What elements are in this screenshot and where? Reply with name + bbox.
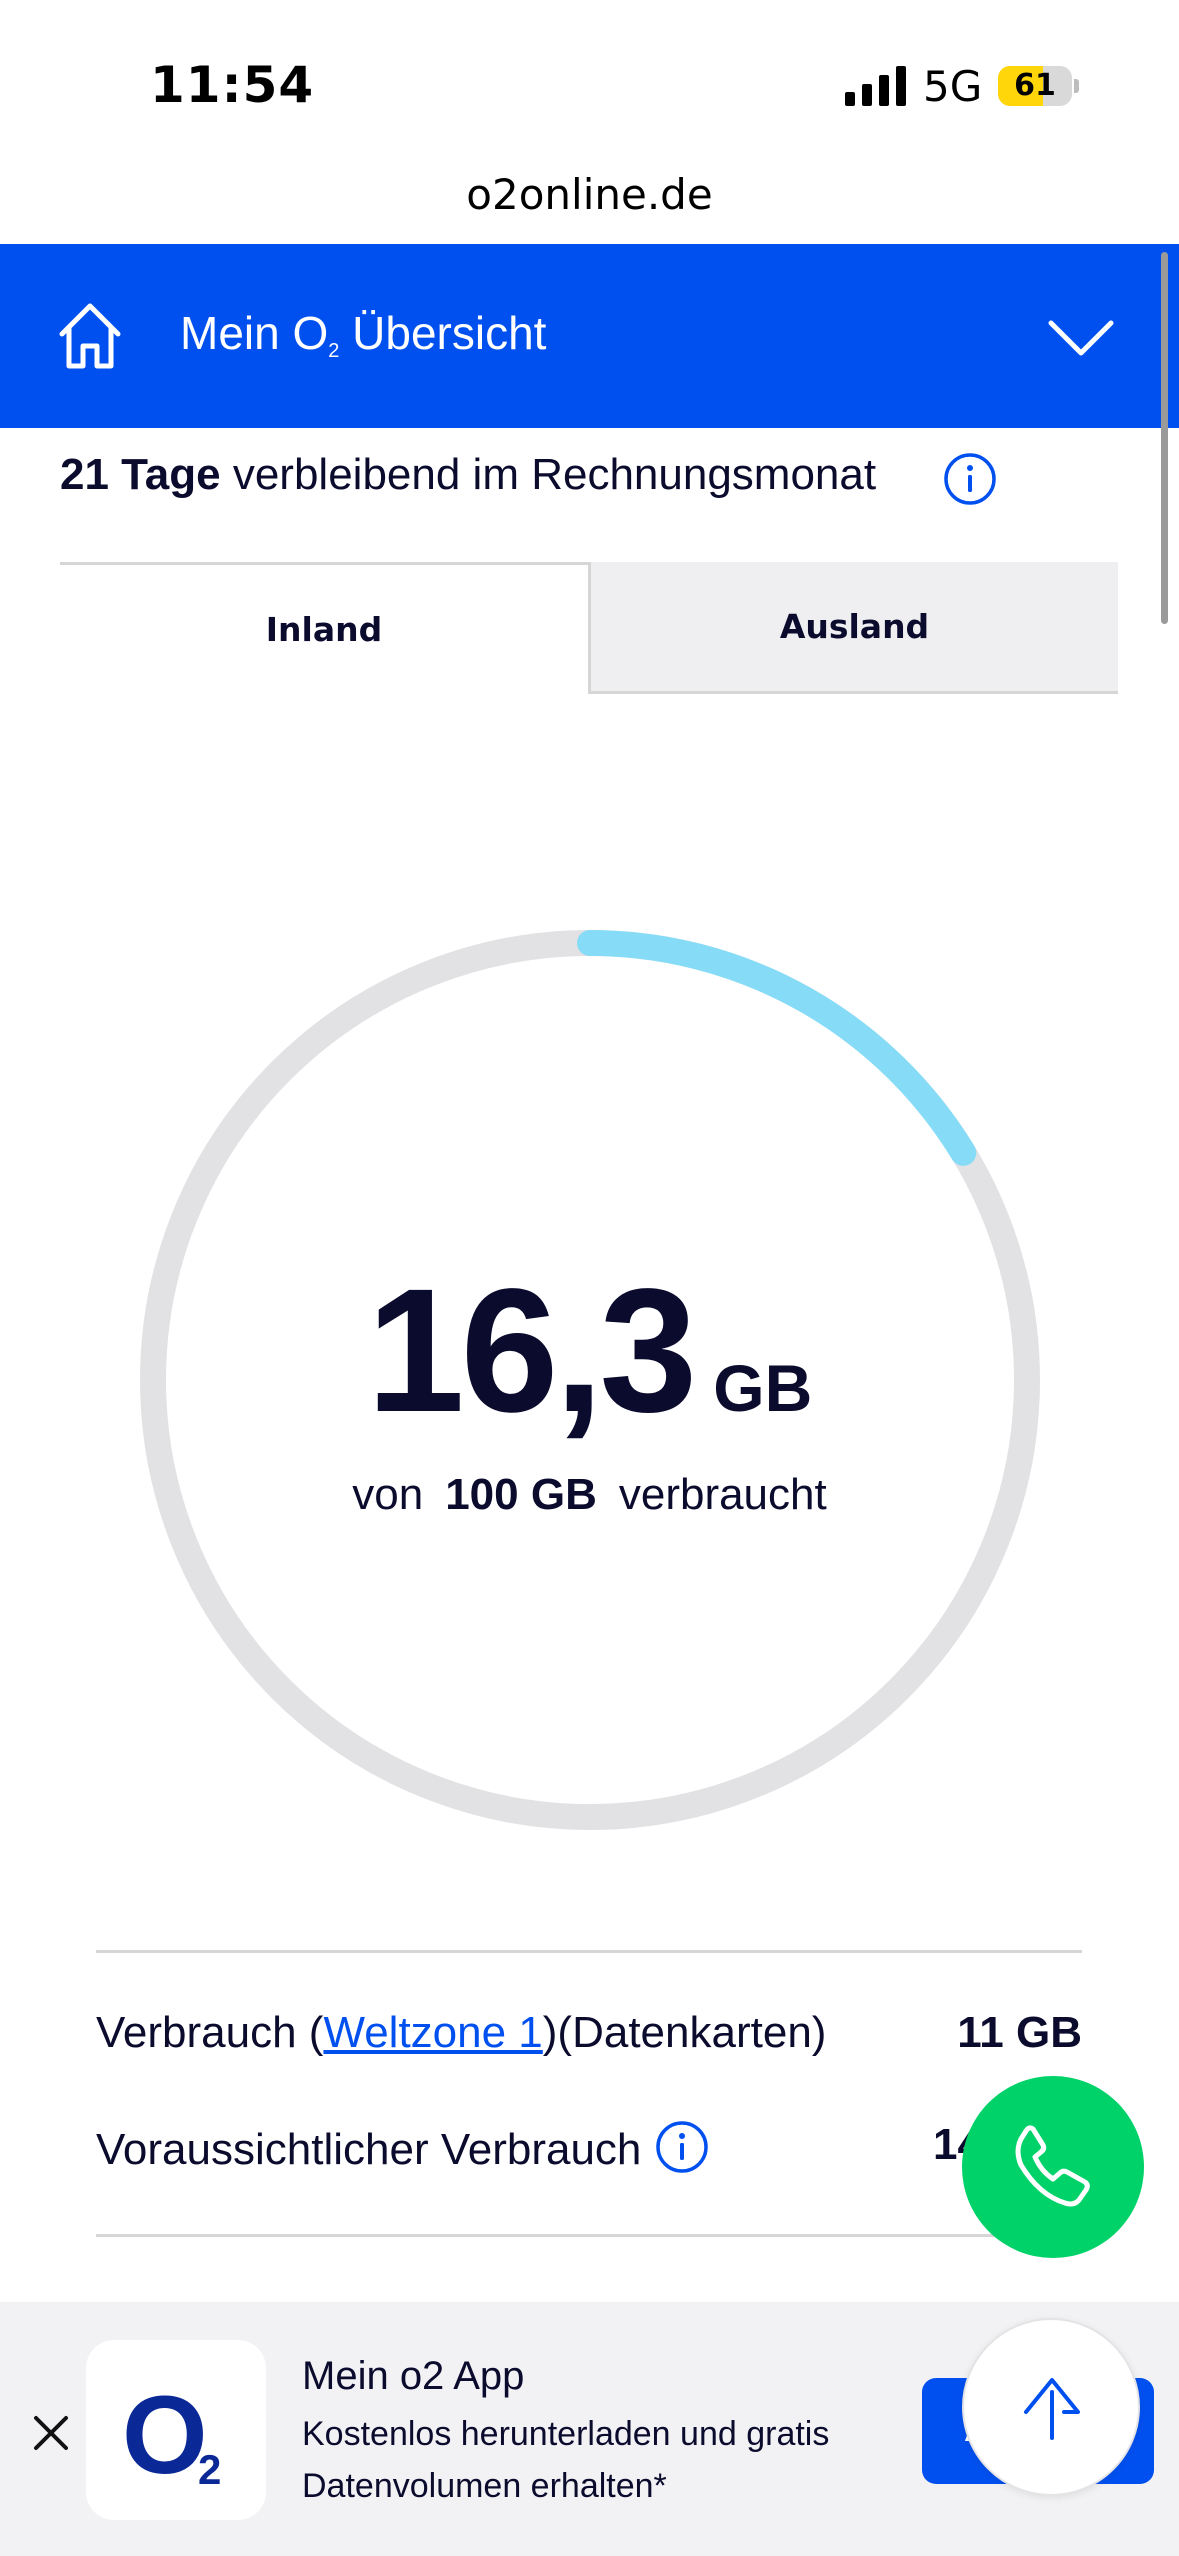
info-icon[interactable] xyxy=(655,2120,709,2174)
scrollbar[interactable] xyxy=(1161,252,1168,624)
battery-icon: 61 xyxy=(998,66,1079,106)
tab-inland[interactable]: Inland xyxy=(60,562,588,694)
tab-ausland[interactable]: Ausland xyxy=(588,562,1118,694)
divider xyxy=(96,2234,1082,2237)
usage-amount: 16,3 xyxy=(366,1253,698,1449)
page-header: Mein O2 Übersicht xyxy=(0,244,1179,428)
page-title[interactable]: Mein O2 Übersicht xyxy=(180,306,546,363)
call-button[interactable] xyxy=(962,2076,1144,2258)
phone-icon xyxy=(1015,2125,1090,2207)
battery-level: 61 xyxy=(1014,68,1056,103)
app-logo: O2 xyxy=(86,2340,266,2520)
usage-row-value: 11 GB xyxy=(957,2008,1082,2057)
status-time: 11:54 xyxy=(150,56,315,114)
browser-url[interactable]: o2online.de xyxy=(0,170,1179,219)
arrow-up-icon xyxy=(1024,2378,1080,2440)
app-banner-description: Kostenlos herunterladen und gratis Daten… xyxy=(302,2415,830,2505)
divider xyxy=(96,1950,1082,1953)
close-icon[interactable] xyxy=(28,2410,74,2456)
usage-value: 16,3 GB xyxy=(0,1250,1179,1452)
scroll-to-top-button[interactable] xyxy=(962,2318,1140,2496)
usage-row-forecast: Voraussichtlicher Verbrauch 14 xyxy=(96,2120,982,2174)
usage-unit: GB xyxy=(713,1351,813,1425)
home-icon[interactable] xyxy=(56,300,124,372)
network-label: 5G xyxy=(923,62,983,111)
status-bar: 11:54 5G 61 xyxy=(0,0,1179,170)
info-icon[interactable] xyxy=(943,452,997,506)
gauge-arc xyxy=(577,930,977,1166)
usage-subtitle: von 100 GB verbraucht xyxy=(352,1470,827,1519)
billing-remaining: 21 Tage verbleibend im Rechnungsmonat xyxy=(60,450,877,499)
signal-icon xyxy=(845,66,906,106)
usage-row-weltzone: Verbrauch (Weltzone 1)(Datenkarten) 11 G… xyxy=(96,2008,1082,2057)
weltzone-link[interactable]: Weltzone 1 xyxy=(323,2008,542,2057)
app-banner-title: Mein o2 App xyxy=(302,2354,525,2398)
chevron-down-icon[interactable] xyxy=(1048,318,1114,358)
